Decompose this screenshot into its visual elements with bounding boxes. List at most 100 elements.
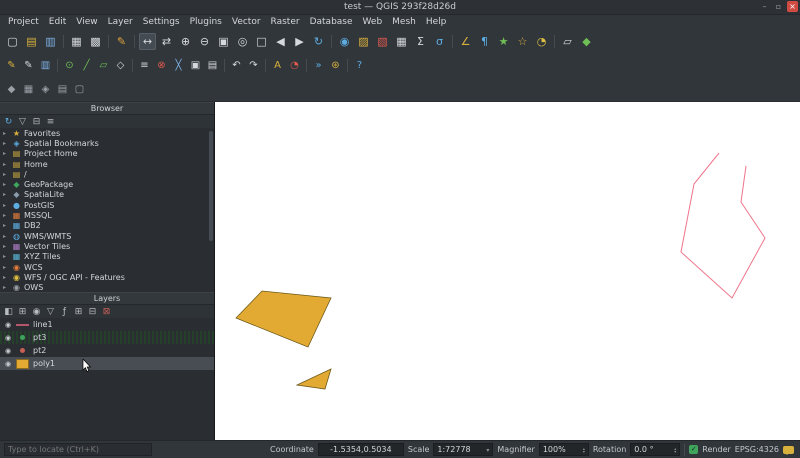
scale-combo[interactable]: 1:72778: [433, 443, 494, 456]
browser-properties-icon[interactable]: ≡: [44, 116, 57, 128]
expander-icon[interactable]: ▸: [3, 222, 9, 229]
browser-item-spatial-bookmarks[interactable]: ▸ ◈ Spatial Bookmarks: [0, 138, 214, 148]
visibility-eye-icon[interactable]: ◉: [4, 347, 12, 355]
menu-layer[interactable]: Layer: [103, 17, 138, 27]
expander-icon[interactable]: ▸: [3, 202, 9, 209]
browser-item-spatialite[interactable]: ▸ ◆ SpatiaLite: [0, 190, 214, 200]
filter-browser-icon[interactable]: ▽: [16, 116, 29, 128]
map-tips-icon[interactable]: ¶: [476, 33, 493, 50]
add-delimited-text-icon[interactable]: ▤: [55, 82, 70, 97]
vertex-tool-icon[interactable]: ◇: [113, 58, 128, 73]
map-canvas[interactable]: [215, 102, 800, 440]
browser-item-db2[interactable]: ▸ ▦ DB2: [0, 221, 214, 231]
add-polygon-feature-icon[interactable]: ▱: [96, 58, 111, 73]
browser-item-root[interactable]: ▸ ▤ /: [0, 169, 214, 179]
layer-labeling-icon[interactable]: A: [270, 58, 285, 73]
select-features-icon[interactable]: ▨: [355, 33, 372, 50]
expander-icon[interactable]: ▸: [3, 264, 9, 271]
filter-legend-icon[interactable]: ▽: [44, 306, 57, 318]
render-checkbox[interactable]: ✓: [689, 445, 699, 454]
menu-settings[interactable]: Settings: [138, 17, 185, 27]
zoom-last-icon[interactable]: ◀: [272, 33, 289, 50]
expander-icon[interactable]: ▸: [3, 150, 9, 157]
add-mesh-layer-icon[interactable]: ◈: [38, 82, 53, 97]
zoom-to-layer-icon[interactable]: □: [253, 33, 270, 50]
menu-database[interactable]: Database: [305, 17, 358, 27]
collapse-all-icon[interactable]: ⊟: [30, 116, 43, 128]
browser-item-vector-tiles[interactable]: ▸ ▦ Vector Tiles: [0, 241, 214, 251]
zoom-next-icon[interactable]: ▶: [291, 33, 308, 50]
zoom-to-selection-icon[interactable]: ◎: [234, 33, 251, 50]
menu-help[interactable]: Help: [421, 17, 452, 27]
add-line-feature-icon[interactable]: ╱: [79, 58, 94, 73]
manage-map-themes-icon[interactable]: ◉: [30, 306, 43, 318]
expander-icon[interactable]: ▸: [3, 140, 9, 147]
browser-item-favorites[interactable]: ▸ ★ Favorites: [0, 128, 214, 138]
close-icon[interactable]: ×: [787, 1, 798, 12]
deselect-features-icon[interactable]: ▧: [374, 33, 391, 50]
new-print-layout-icon[interactable]: ▦: [68, 33, 85, 50]
collapse-all-layers-icon[interactable]: ⊟: [86, 306, 99, 318]
rotation-spinner[interactable]: 0.0 °: [630, 443, 681, 456]
layout-manager-icon[interactable]: ▩: [87, 33, 104, 50]
paste-features-icon[interactable]: ▤: [205, 58, 220, 73]
magnifier-spinner[interactable]: 100%: [538, 443, 589, 456]
temporal-controller-icon[interactable]: ◔: [533, 33, 550, 50]
layer-row-poly1[interactable]: ◉ poly1: [0, 357, 214, 370]
expander-icon[interactable]: ▸: [3, 161, 9, 168]
data-source-manager-icon[interactable]: ◆: [578, 33, 595, 50]
maximize-icon[interactable]: ▫: [773, 1, 784, 12]
python-console-icon[interactable]: »: [311, 58, 326, 73]
crs-status[interactable]: EPSG:4326: [735, 445, 779, 454]
browser-item-xyz-tiles[interactable]: ▸ ▦ XYZ Tiles: [0, 252, 214, 262]
scrollbar[interactable]: [209, 131, 213, 241]
processing-toolbox-icon[interactable]: ⊛: [328, 58, 343, 73]
cut-features-icon[interactable]: ╳: [171, 58, 186, 73]
refresh-browser-icon[interactable]: ↻: [2, 116, 15, 128]
minimize-icon[interactable]: –: [759, 1, 770, 12]
layer-row-pt3[interactable]: ◉ pt3: [0, 331, 214, 344]
browser-item-wfs-ogc[interactable]: ▸ ◉ WFS / OGC API - Features: [0, 272, 214, 282]
menu-project[interactable]: Project: [3, 17, 44, 27]
visibility-eye-icon[interactable]: ◉: [4, 321, 12, 329]
expander-icon[interactable]: ▸: [3, 284, 9, 291]
add-raster-layer-icon[interactable]: ▦: [21, 82, 36, 97]
filter-by-expression-icon[interactable]: ƒ: [58, 306, 71, 318]
remove-layer-icon[interactable]: ⊠: [100, 306, 113, 318]
new-shapefile-layer-icon[interactable]: ▢: [72, 82, 87, 97]
expander-icon[interactable]: ▸: [3, 212, 9, 219]
zoom-full-icon[interactable]: ▣: [215, 33, 232, 50]
undo-icon[interactable]: ↶: [229, 58, 244, 73]
browser-item-ows[interactable]: ▸ ◉ OWS: [0, 282, 214, 292]
save-project-icon[interactable]: ▥: [42, 33, 59, 50]
zoom-out-icon[interactable]: ⊖: [196, 33, 213, 50]
menu-raster[interactable]: Raster: [266, 17, 305, 27]
messages-icon[interactable]: [783, 445, 794, 455]
browser-item-home[interactable]: ▸ ▤ Home: [0, 159, 214, 169]
pan-map-icon[interactable]: ↔: [139, 32, 156, 50]
menu-mesh[interactable]: Mesh: [387, 17, 421, 27]
visibility-eye-icon[interactable]: ◉: [4, 360, 12, 368]
refresh-map-icon[interactable]: ↻: [310, 33, 327, 50]
copy-features-icon[interactable]: ▣: [188, 58, 203, 73]
browser-item-geopackage[interactable]: ▸ ◆ GeoPackage: [0, 179, 214, 189]
menu-vector[interactable]: Vector: [227, 17, 266, 27]
toggle-editing-icon[interactable]: ✎: [21, 58, 36, 73]
expander-icon[interactable]: ▸: [3, 233, 9, 240]
browser-item-mssql[interactable]: ▸ ▦ MSSQL: [0, 210, 214, 220]
new-bookmark-icon[interactable]: ★: [495, 33, 512, 50]
add-vector-layer-icon[interactable]: ◆: [4, 82, 19, 97]
visibility-eye-icon[interactable]: ◉: [4, 334, 12, 342]
expander-icon[interactable]: ▸: [3, 274, 9, 281]
statistical-summary-icon[interactable]: σ: [431, 33, 448, 50]
browser-item-postgis[interactable]: ▸ ● PostGIS: [0, 200, 214, 210]
save-layer-edits-icon[interactable]: ▥: [38, 58, 53, 73]
modify-attributes-icon[interactable]: ≡: [137, 58, 152, 73]
field-calculator-icon[interactable]: Σ: [412, 33, 429, 50]
layer-row-line1[interactable]: ◉ line1: [0, 318, 214, 331]
expander-icon[interactable]: ▸: [3, 171, 9, 178]
style-manager-icon[interactable]: ✎: [113, 33, 130, 50]
current-edits-icon[interactable]: ✎: [4, 58, 19, 73]
coordinate-input[interactable]: -1.5354,0.5034: [317, 443, 404, 456]
expander-icon[interactable]: ▸: [3, 243, 9, 250]
